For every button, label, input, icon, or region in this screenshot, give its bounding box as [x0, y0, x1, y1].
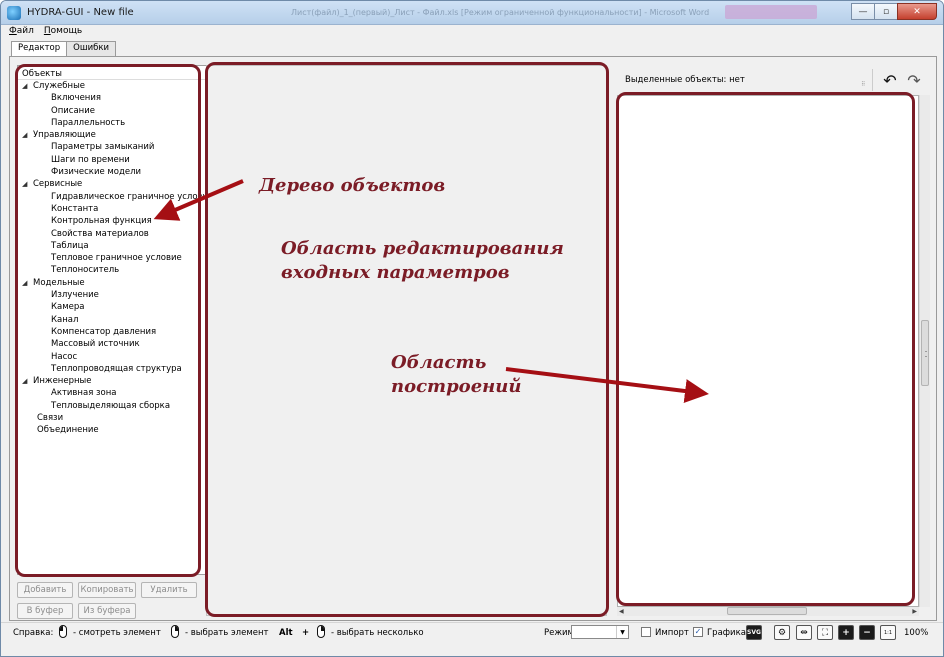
annotation-arrows: [153, 179, 709, 403]
plot-annotation-line1: Область: [391, 352, 487, 373]
edit-annotation-line2: входных параметров: [281, 262, 510, 283]
plot-annotation-line2: построений: [391, 376, 522, 397]
tree-arrow: [153, 179, 244, 221]
edit-annotation-line1: Область редактирования: [281, 238, 564, 259]
plot-arrow: [505, 367, 709, 403]
app-window: HYDRA-GUI - New file Лист(файл)_1_(первы…: [0, 0, 944, 657]
tree-annotation: Дерево объектов: [259, 175, 446, 196]
